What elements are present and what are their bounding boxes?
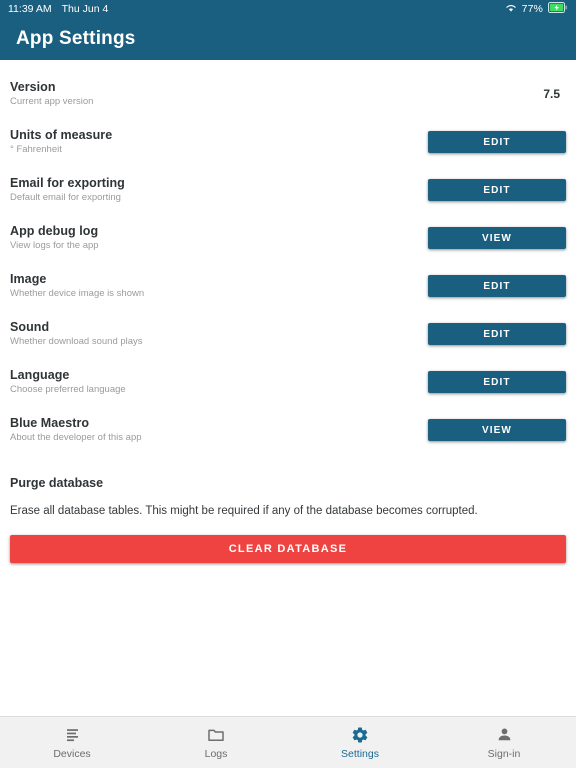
- row-texts: Blue Maestro About the developer of this…: [10, 416, 142, 444]
- nav-item-settings[interactable]: Settings: [288, 717, 432, 768]
- status-date: Thu Jun 4: [61, 3, 109, 15]
- edit-image-button[interactable]: EDIT: [428, 275, 566, 297]
- list-lines-icon: [64, 726, 81, 744]
- setting-title: Email for exporting: [10, 175, 125, 190]
- edit-sound-button[interactable]: EDIT: [428, 323, 566, 345]
- setting-subtitle: About the developer of this app: [10, 432, 142, 444]
- nav-label-devices: Devices: [53, 747, 91, 760]
- battery-charging-icon: [548, 2, 568, 16]
- app-root: 11:39 AM Thu Jun 4 77% App Settings Vers…: [0, 0, 576, 768]
- gear-icon: [351, 726, 369, 744]
- row-texts: Units of measure ° Fahrenheit: [10, 128, 112, 156]
- setting-subtitle: View logs for the app: [10, 240, 99, 252]
- setting-row-app-debug-log: App debug log View logs for the app VIEW: [0, 214, 576, 262]
- setting-row-sound: Sound Whether download sound plays EDIT: [0, 310, 576, 358]
- edit-email-button[interactable]: EDIT: [428, 179, 566, 201]
- edit-units-button[interactable]: EDIT: [428, 131, 566, 153]
- setting-subtitle: Choose preferred language: [10, 384, 126, 396]
- setting-row-version: Version Current app version 7.5: [0, 70, 576, 118]
- page-title: App Settings: [16, 28, 136, 49]
- battery-percent: 77%: [521, 3, 543, 15]
- status-bar: 11:39 AM Thu Jun 4 77%: [0, 0, 576, 18]
- setting-title: Blue Maestro: [10, 415, 90, 430]
- clear-database-button[interactable]: CLEAR DATABASE: [10, 534, 566, 563]
- bottom-navigation-bar: Devices Logs Settings Sign-in: [0, 716, 576, 768]
- view-debug-log-button[interactable]: VIEW: [428, 227, 566, 249]
- setting-title: Units of measure: [10, 127, 113, 142]
- setting-row-image: Image Whether device image is shown EDIT: [0, 262, 576, 310]
- setting-row-language: Language Choose preferred language EDIT: [0, 358, 576, 406]
- row-texts: Version Current app version: [10, 80, 93, 108]
- folder-icon: [207, 726, 225, 744]
- setting-title: Version: [10, 79, 56, 94]
- nav-label-settings: Settings: [341, 747, 379, 760]
- setting-title: Language: [10, 367, 70, 382]
- purge-description: Erase all database tables. This might be…: [10, 505, 478, 517]
- nav-label-sign-in: Sign-in: [487, 747, 521, 760]
- setting-row-email-for-exporting: Email for exporting Default email for ex…: [0, 166, 576, 214]
- app-bar: App Settings: [0, 18, 576, 60]
- person-icon: [496, 726, 513, 744]
- setting-subtitle: Whether device image is shown: [10, 288, 145, 300]
- row-texts: Image Whether device image is shown: [10, 272, 144, 300]
- status-time: 11:39 AM: [8, 3, 52, 15]
- version-value: 7.5: [543, 87, 560, 101]
- nav-label-logs: Logs: [204, 747, 228, 760]
- setting-subtitle: Whether download sound plays: [10, 336, 143, 348]
- view-blue-maestro-button[interactable]: VIEW: [428, 419, 566, 441]
- status-bar-right: 77%: [505, 2, 568, 16]
- nav-item-devices[interactable]: Devices: [0, 717, 144, 768]
- row-texts: Sound Whether download sound plays: [10, 320, 143, 348]
- setting-row-units-of-measure: Units of measure ° Fahrenheit EDIT: [0, 118, 576, 166]
- purge-database-section: Purge database Erase all database tables…: [0, 476, 576, 563]
- setting-subtitle: Current app version: [10, 96, 94, 108]
- nav-item-logs[interactable]: Logs: [144, 717, 288, 768]
- edit-language-button[interactable]: EDIT: [428, 371, 566, 393]
- row-texts: Language Choose preferred language: [10, 368, 126, 396]
- nav-item-sign-in[interactable]: Sign-in: [432, 717, 576, 768]
- wifi-icon: [505, 3, 517, 16]
- setting-subtitle: ° Fahrenheit: [10, 144, 62, 156]
- setting-title: Image: [10, 271, 47, 286]
- row-texts: Email for exporting Default email for ex…: [10, 176, 125, 204]
- settings-content: Version Current app version 7.5 Units of…: [0, 60, 576, 716]
- setting-title: App debug log: [10, 223, 99, 238]
- purge-title: Purge database: [10, 476, 104, 490]
- setting-row-blue-maestro: Blue Maestro About the developer of this…: [0, 406, 576, 454]
- setting-subtitle: Default email for exporting: [10, 192, 121, 204]
- status-bar-left: 11:39 AM Thu Jun 4: [8, 3, 108, 15]
- row-texts: App debug log View logs for the app: [10, 224, 99, 252]
- settings-list: Version Current app version 7.5 Units of…: [0, 70, 576, 454]
- setting-title: Sound: [10, 319, 50, 334]
